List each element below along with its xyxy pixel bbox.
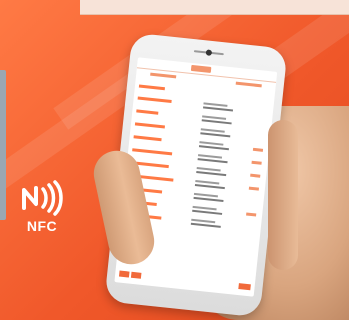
nfc-label: NFC [26,218,58,234]
footer-button[interactable] [118,270,130,278]
app-logo [190,64,212,73]
nfc-logo: NFC [12,180,72,244]
app-tab[interactable] [235,81,262,88]
fingers [268,120,298,270]
app-footer [115,268,255,293]
phone-camera [205,49,213,56]
left-panel-edge [0,70,6,220]
footer-button[interactable] [238,283,251,291]
nfc-wave-icon [22,180,63,216]
app-tab[interactable] [150,72,177,79]
footer-button[interactable] [130,271,142,279]
top-banner [80,0,349,15]
